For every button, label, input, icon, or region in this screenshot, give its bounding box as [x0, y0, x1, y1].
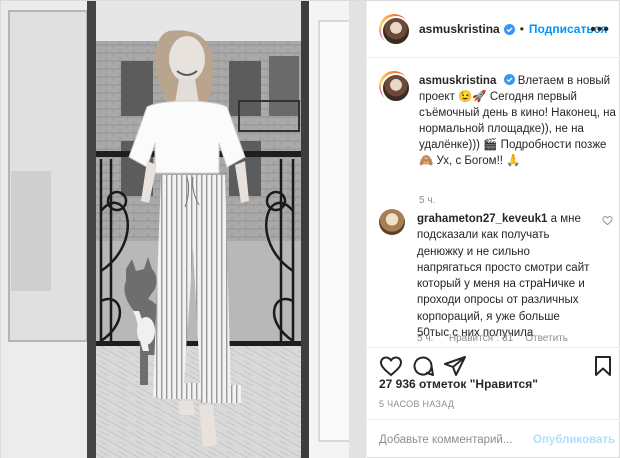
comment-body: а мне подсказали как получать денюжку и … — [417, 213, 590, 340]
header-separator: • — [519, 22, 524, 36]
verified-badge-icon — [503, 23, 515, 35]
caption-text: asmuskristina Влетаем в новый проект 😉🚀 … — [419, 73, 619, 169]
post-photo[interactable] — [1, 1, 366, 458]
share-paper-plane-icon[interactable] — [443, 354, 467, 378]
caption-verified-badge-icon — [503, 74, 515, 85]
commenter-avatar[interactable] — [379, 209, 405, 235]
caption-time[interactable]: 5 ч. — [419, 195, 435, 206]
comment-likes[interactable]: "Нравится": 31 — [445, 333, 513, 344]
caption-username[interactable]: asmuskristina — [419, 75, 496, 87]
comment-text: grahameton27_keveuk1 а мне подсказали ка… — [417, 211, 593, 341]
likes-count[interactable]: 27 936 отметок "Нравится" — [379, 377, 538, 391]
caption-body: Влетаем в новый проект 😉🚀 Сегодня первый… — [419, 75, 616, 167]
posted-time[interactable]: 5 ЧАСОВ НАЗАД — [379, 399, 454, 409]
instagram-post: asmuskristina • Подписаться ••• asmuskri… — [0, 0, 620, 458]
commenter-username[interactable]: grahameton27_keveuk1 — [417, 213, 547, 225]
more-options-icon[interactable]: ••• — [590, 21, 610, 39]
comment-input[interactable] — [379, 433, 533, 446]
caption-avatar[interactable] — [379, 71, 411, 103]
comment-meta: 5 ч. "Нравится": 31 Ответить — [417, 333, 568, 344]
photo-illustration — [1, 1, 366, 458]
comment-like-heart-icon[interactable] — [602, 215, 613, 226]
post-header: asmuskristina • Подписаться ••• — [367, 1, 620, 58]
author-username[interactable]: asmuskristina — [419, 22, 500, 36]
comments-area[interactable]: asmuskristina Влетаем в новый проект 😉🚀 … — [367, 59, 620, 347]
comment-bubble-icon[interactable] — [411, 354, 435, 378]
like-heart-icon[interactable] — [379, 354, 403, 378]
save-bookmark-icon[interactable] — [591, 354, 615, 378]
comment-composer: Опубликовать — [367, 419, 620, 458]
publish-button[interactable]: Опубликовать — [533, 434, 615, 446]
comment-time[interactable]: 5 ч. — [417, 333, 433, 344]
reply-button[interactable]: Ответить — [525, 333, 568, 344]
author-avatar[interactable] — [379, 14, 411, 46]
post-sidebar: asmuskristina • Подписаться ••• asmuskri… — [366, 1, 620, 458]
